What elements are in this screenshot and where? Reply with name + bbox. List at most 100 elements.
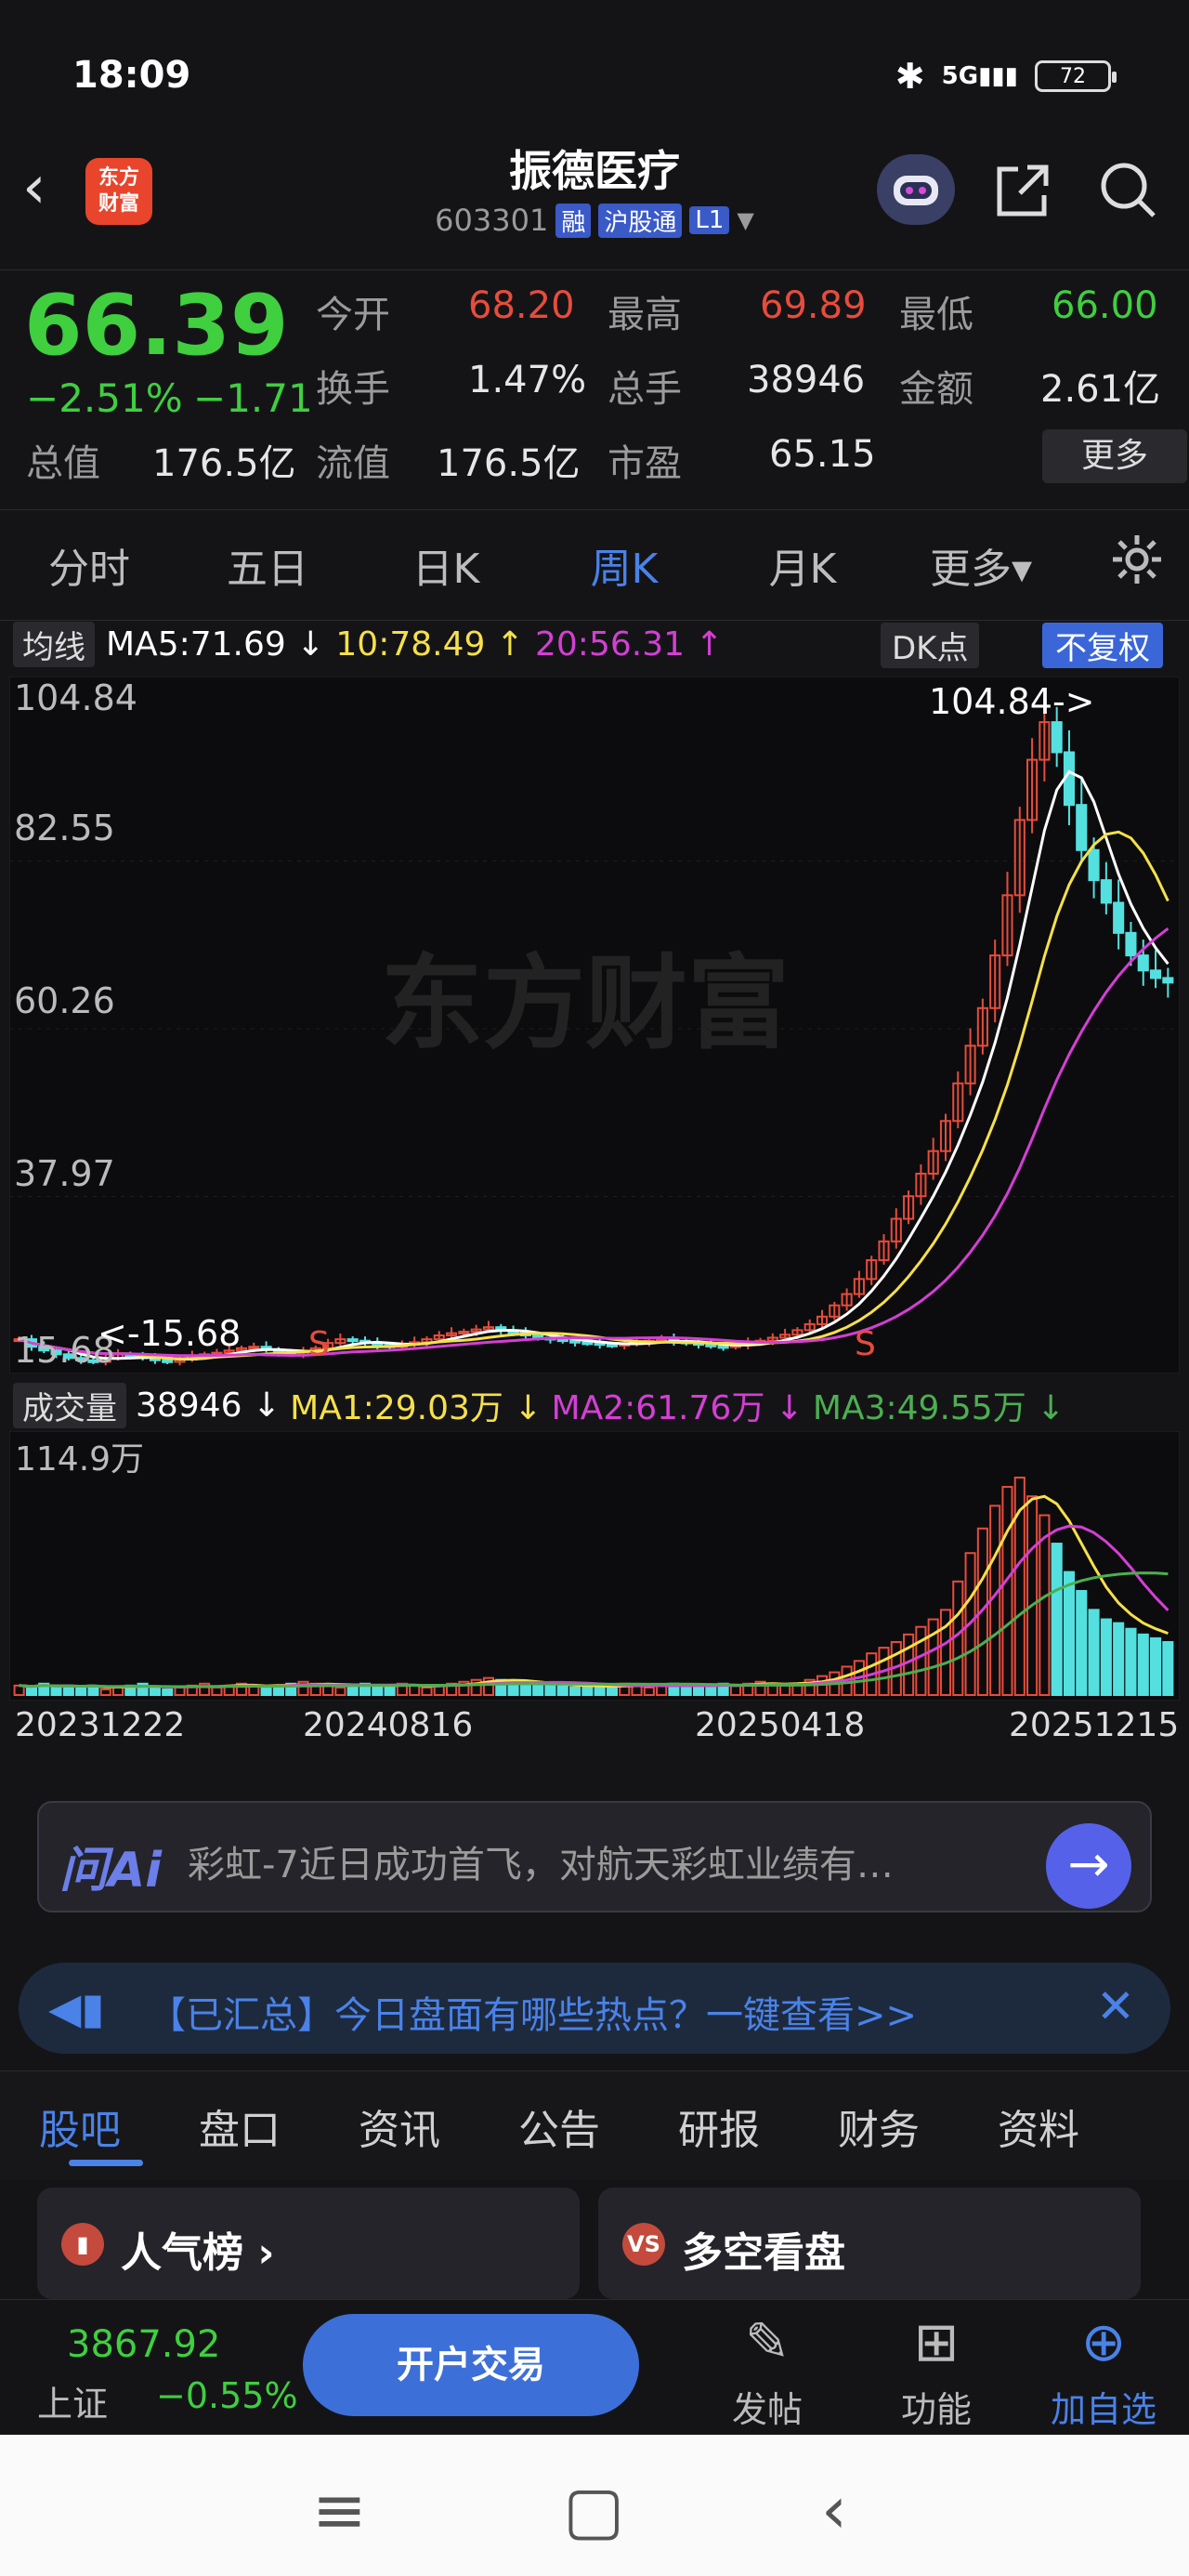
popularity-card[interactable]: ▮ 人气榜 ›	[37, 2188, 580, 2299]
high-label: 最高	[608, 294, 682, 336]
volume-legend: 成交量 38946 ↓ MA1:29.03万 ↓ MA2:61.76万 ↓ MA…	[13, 1381, 1065, 1429]
candle	[556, 1338, 568, 1343]
tab-orderbook[interactable]: 盘口	[160, 2096, 320, 2156]
candle	[1100, 879, 1112, 904]
status-icons: ✱ 5G▮▮▮ 72	[895, 56, 1117, 97]
candle	[248, 1346, 260, 1350]
search-icon[interactable]	[1096, 158, 1161, 223]
volume-bar	[384, 1686, 396, 1697]
add-watchlist-label: 加自选	[1050, 2389, 1156, 2430]
status-bar: 18:09 ✱ 5G▮▮▮ 72	[0, 0, 1189, 149]
functions-label: 功能	[900, 2389, 972, 2430]
price-axis-4: 37.97	[14, 1153, 115, 1194]
current-price: 66.39	[24, 277, 289, 375]
tab-more[interactable]: 更多▾	[892, 535, 1070, 595]
candle	[1113, 901, 1125, 934]
share-icon[interactable]	[990, 158, 1055, 223]
volume-bar	[532, 1684, 544, 1696]
abs-change: −1.71	[193, 375, 313, 421]
close-icon[interactable]: ✕	[1096, 1979, 1135, 2033]
volume-chart[interactable]: 114.9万	[9, 1431, 1180, 1701]
post-label: 发帖	[731, 2389, 803, 2430]
ai-robot-icon[interactable]	[877, 154, 955, 225]
volume-bar	[1137, 1633, 1149, 1697]
open-value: 68.20	[468, 284, 575, 327]
mktcap-value: 176.5亿	[152, 442, 296, 485]
turnover-value: 1.47%	[468, 359, 587, 401]
banner-text[interactable]: 【已汇总】今日盘面有哪些热点？一键查看>>	[149, 1985, 917, 2039]
volume-type-chip[interactable]: 成交量	[13, 1382, 126, 1428]
sell-marker-1: S	[308, 1325, 330, 1363]
kline-chart[interactable]: 东方财富 104.84 82.55 60.26 37.97 15.68 104.…	[9, 677, 1180, 1373]
tab-intraday[interactable]: 分时	[0, 535, 178, 595]
tab-news[interactable]: 资讯	[320, 2096, 479, 2156]
volume-bar	[594, 1686, 606, 1697]
volume-bar	[1051, 1543, 1063, 1697]
add-watchlist-button[interactable]: ⊕ 加自选	[1039, 2303, 1169, 2432]
tab-forum[interactable]: 股吧	[0, 2096, 160, 2156]
tab-monthly-k[interactable]: 月K	[713, 535, 892, 595]
post-button[interactable]: ✎ 发帖	[702, 2303, 832, 2432]
content-tabs: 股吧 盘口 资讯 公告 研报 财务 资料	[0, 2070, 1189, 2180]
functions-button[interactable]: ⊞ 功能	[871, 2303, 1001, 2432]
status-time: 18:09	[72, 54, 191, 97]
no-adjust-button[interactable]: 不复权	[1042, 623, 1163, 668]
more-button[interactable]: 更多	[1042, 429, 1187, 483]
low-value: 66.00	[1052, 284, 1158, 327]
volume-bar	[556, 1684, 568, 1696]
ai-send-button[interactable]: →	[1046, 1823, 1131, 1909]
index-value[interactable]: 3867.92	[67, 2323, 220, 2366]
candle	[1137, 954, 1149, 972]
volume-bar	[1125, 1627, 1137, 1696]
stock-code: 603301	[435, 203, 549, 238]
candle	[346, 1338, 359, 1343]
ai-assistant-box[interactable]: 问Ai 彩虹-7近日成功首飞，对航天彩虹业绩有… →	[37, 1801, 1152, 1912]
index-name[interactable]: 上证	[37, 2375, 108, 2426]
price-axis-3: 60.26	[14, 980, 115, 1021]
tab-announcements[interactable]: 公告	[479, 2096, 639, 2156]
gear-icon[interactable]	[1109, 532, 1165, 587]
candle	[569, 1339, 581, 1344]
candle	[1051, 721, 1063, 754]
tab-research[interactable]: 研报	[639, 2096, 799, 2156]
candle	[717, 1345, 729, 1349]
hot-topic-banner[interactable]: ◀▮ 【已汇总】今日盘面有哪些热点？一键查看>> ✕	[19, 1963, 1170, 2054]
index-change[interactable]: −0.55%	[156, 2375, 298, 2416]
menu-icon[interactable]: ≡	[312, 2472, 367, 2548]
volume-bar	[1162, 1640, 1174, 1696]
edit-icon: ✎	[744, 2310, 790, 2373]
bull-bear-card[interactable]: VS 多空看盘	[598, 2188, 1141, 2299]
candle	[162, 1359, 174, 1363]
open-label: 今开	[316, 294, 390, 336]
volume-bar	[1063, 1571, 1076, 1696]
tab-weekly-k[interactable]: 周K	[535, 535, 713, 595]
tab-daily-k[interactable]: 日K	[357, 535, 535, 595]
battery-level: 72	[1060, 64, 1086, 88]
ma-type-chip[interactable]: 均线	[13, 621, 95, 667]
high-value: 69.89	[760, 284, 867, 327]
tab-profile[interactable]: 资料	[959, 2096, 1118, 2156]
sell-marker-2: S	[855, 1325, 876, 1363]
amount-value: 2.61亿	[1040, 368, 1161, 411]
dropdown-icon[interactable]: ▼	[737, 207, 753, 233]
tab-financials[interactable]: 财务	[799, 2096, 959, 2156]
volume-value: 38946	[747, 359, 866, 401]
dk-point-button[interactable]: DK点	[881, 623, 980, 668]
popularity-title: 人气榜 ›	[121, 2229, 275, 2277]
tab-5day[interactable]: 五日	[178, 535, 357, 595]
watermark: 东方财富	[381, 944, 790, 1063]
ai-prompt-text[interactable]: 彩虹-7近日成功首飞，对航天彩虹业绩有…	[188, 1834, 1042, 1888]
back-nav-icon[interactable]: ‹	[821, 2472, 847, 2548]
low-annotation: <-15.68	[98, 1313, 241, 1354]
home-icon[interactable]: ▢	[563, 2472, 624, 2548]
volume-bar	[692, 1686, 705, 1697]
ma-legend: 均线 MA5:71.69 ↓ 10:78.49 ↑ 20:56.31 ↑	[13, 621, 724, 667]
high-annotation: 104.84->	[929, 681, 1095, 722]
open-account-button[interactable]: 开户交易	[303, 2314, 639, 2416]
period-tabs: 分时 五日 日K 周K 月K 更多▾	[0, 509, 1189, 621]
network-label: 5G	[941, 62, 979, 90]
volume-bar	[25, 1686, 38, 1697]
date-label-4: 20251215	[1009, 1706, 1180, 1744]
date-label-2: 20240816	[303, 1706, 474, 1744]
ma20-value: 20:56.31 ↑	[535, 624, 724, 664]
